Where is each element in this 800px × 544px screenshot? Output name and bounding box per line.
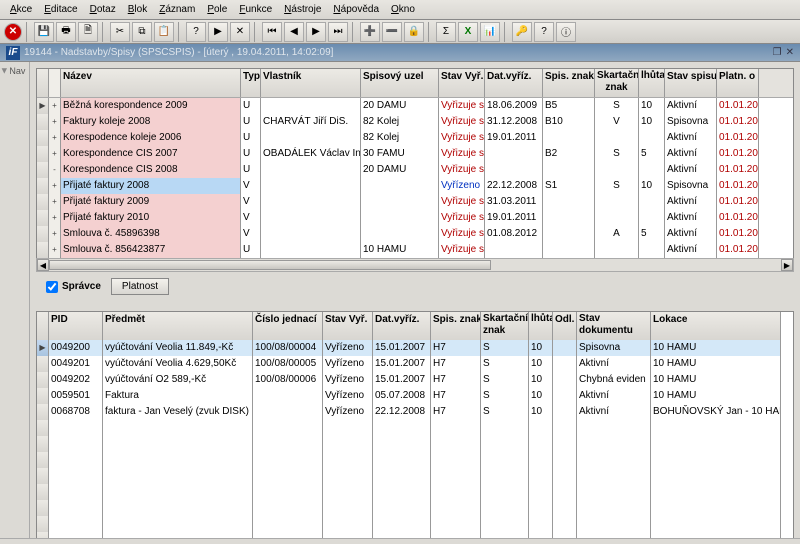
- documents-grid[interactable]: PID Předmět Číslo jednací Stav Vyř. Dat.…: [36, 311, 794, 538]
- table-row-empty: [37, 468, 793, 484]
- table-row[interactable]: +Přijaté faktury 2009VVyřizuje s31.03.20…: [37, 194, 793, 210]
- info-icon[interactable]: ⓘ: [556, 22, 576, 42]
- window-titlebar: iF 19144 - Nadstavby/Spisy (SPSCSPIS) - …: [0, 44, 800, 62]
- window-title: 19144 - Nadstavby/Spisy (SPSCSPIS) - [út…: [24, 47, 333, 58]
- documents-grid-header: PID Předmět Číslo jednací Stav Vyř. Dat.…: [37, 312, 793, 340]
- menu-editace[interactable]: Editace: [38, 2, 83, 17]
- menu-nápověda[interactable]: Nápověda: [327, 2, 385, 17]
- close-window-icon[interactable]: ✕: [786, 47, 794, 58]
- sigma-icon[interactable]: Σ: [436, 22, 456, 42]
- table-row-empty: [37, 500, 793, 516]
- menu-blok[interactable]: Blok: [122, 2, 153, 17]
- table-row[interactable]: +Přijaté faktury 2010VVyřizuje s19.01.20…: [37, 210, 793, 226]
- expand-icon[interactable]: +: [49, 114, 61, 130]
- table-row[interactable]: +Korespondence CIS 2007UOBADÁLEK Václav …: [37, 146, 793, 162]
- paste-icon[interactable]: 📋: [154, 22, 174, 42]
- table-row[interactable]: +Smlouva č. 856423877U10 HAMUVyřizuje sA…: [37, 242, 793, 258]
- menubar: AkceEditaceDotazBlokZáznamPoleFunkceNást…: [0, 0, 800, 20]
- table-row[interactable]: +Korespodence koleje 2006U82 KolejVyřizu…: [37, 130, 793, 146]
- expand-icon[interactable]: +: [49, 226, 61, 242]
- menu-záznam[interactable]: Záznam: [153, 2, 201, 17]
- table-row-empty: [37, 516, 793, 532]
- exit-button[interactable]: ✕: [4, 23, 22, 41]
- expand-icon[interactable]: +: [49, 178, 61, 194]
- insert-icon[interactable]: ➕: [360, 22, 380, 42]
- menu-dotaz[interactable]: Dotaz: [84, 2, 122, 17]
- print-icon[interactable]: 🖶: [56, 22, 76, 42]
- table-row[interactable]: 0068708faktura - Jan Veselý (zvuk DISK)V…: [37, 404, 793, 420]
- expand-icon[interactable]: +: [49, 210, 61, 226]
- expand-icon[interactable]: +: [49, 242, 61, 258]
- query-enter-icon[interactable]: ?: [186, 22, 206, 42]
- menu-pole[interactable]: Pole: [201, 2, 233, 17]
- table-row[interactable]: 0049201vyúčtování Veolia 4.629,50Kč100/0…: [37, 356, 793, 372]
- query-exec-icon[interactable]: ▶: [208, 22, 228, 42]
- preview-icon[interactable]: 🗎: [78, 22, 98, 42]
- table-row[interactable]: 0059501FakturaVyřízeno05.07.2008H7S10Akt…: [37, 388, 793, 404]
- table-row-empty: [37, 436, 793, 452]
- expand-icon[interactable]: -: [49, 162, 61, 178]
- table-row-empty: [37, 532, 793, 538]
- table-row[interactable]: +Přijaté faktury 2008VVyřízeno22.12.2008…: [37, 178, 793, 194]
- table-row-empty: [37, 452, 793, 468]
- table-row[interactable]: ▶0049200vyúčtování Veolia 11.849,-Kč100/…: [37, 340, 793, 356]
- table-row[interactable]: ▶+Běžná korespondence 2009U20 DAMUVyřizu…: [37, 98, 793, 114]
- files-grid-header: Název Typ Vlastník Spisový uzel Stav Vyř…: [37, 69, 793, 98]
- copy-icon[interactable]: ⧉: [132, 22, 152, 42]
- app-icon: iF: [6, 46, 20, 60]
- delete-icon[interactable]: ➖: [382, 22, 402, 42]
- first-icon[interactable]: ⏮: [262, 22, 282, 42]
- toolbar: ✕ 💾 🖶 🗎 ✂ ⧉ 📋 ? ▶ ✕ ⏮ ◀ ▶ ⏭ ➕ ➖ 🔒 Σ X 📊 …: [0, 20, 800, 44]
- table-row-empty: [37, 420, 793, 436]
- menu-nástroje[interactable]: Nástroje: [278, 2, 327, 17]
- expand-icon[interactable]: +: [49, 98, 61, 114]
- menu-akce[interactable]: Akce: [4, 2, 38, 17]
- menu-funkce[interactable]: Funkce: [233, 2, 278, 17]
- table-row[interactable]: 0049202vyúčtování O2 589,-Kč100/08/00006…: [37, 372, 793, 388]
- chart-icon[interactable]: 📊: [480, 22, 500, 42]
- query-cancel-icon[interactable]: ✕: [230, 22, 250, 42]
- table-row[interactable]: +Faktury koleje 2008UCHARVÁT Jiří DiS.82…: [37, 114, 793, 130]
- expand-icon[interactable]: +: [49, 146, 61, 162]
- expand-icon[interactable]: +: [49, 130, 61, 146]
- table-row-empty: [37, 484, 793, 500]
- keys-icon[interactable]: 🔑: [512, 22, 532, 42]
- files-grid[interactable]: Název Typ Vlastník Spisový uzel Stav Vyř…: [36, 68, 794, 259]
- table-row[interactable]: +Smlouva č. 45896398VVyřizuje s01.08.201…: [37, 226, 793, 242]
- expand-icon[interactable]: +: [49, 194, 61, 210]
- help-icon[interactable]: ?: [534, 22, 554, 42]
- statusbar: [0, 538, 800, 544]
- menu-okno[interactable]: Okno: [385, 2, 421, 17]
- admin-checkbox[interactable]: Správce: [46, 281, 101, 293]
- save-icon[interactable]: 💾: [34, 22, 54, 42]
- last-icon[interactable]: ⏭: [328, 22, 348, 42]
- nav-panel: Nav: [0, 62, 30, 538]
- next-icon[interactable]: ▶: [306, 22, 326, 42]
- files-grid-hscroll[interactable]: ◀▶: [36, 258, 794, 272]
- prev-icon[interactable]: ◀: [284, 22, 304, 42]
- cut-icon[interactable]: ✂: [110, 22, 130, 42]
- excel-icon[interactable]: X: [458, 22, 478, 42]
- validity-button[interactable]: Platnost: [111, 278, 169, 295]
- restore-icon[interactable]: ❐: [773, 47, 782, 58]
- lock-icon[interactable]: 🔒: [404, 22, 424, 42]
- nav-label[interactable]: Nav: [2, 66, 27, 76]
- table-row[interactable]: -Korespondence CIS 2008U20 DAMUVyřizuje …: [37, 162, 793, 178]
